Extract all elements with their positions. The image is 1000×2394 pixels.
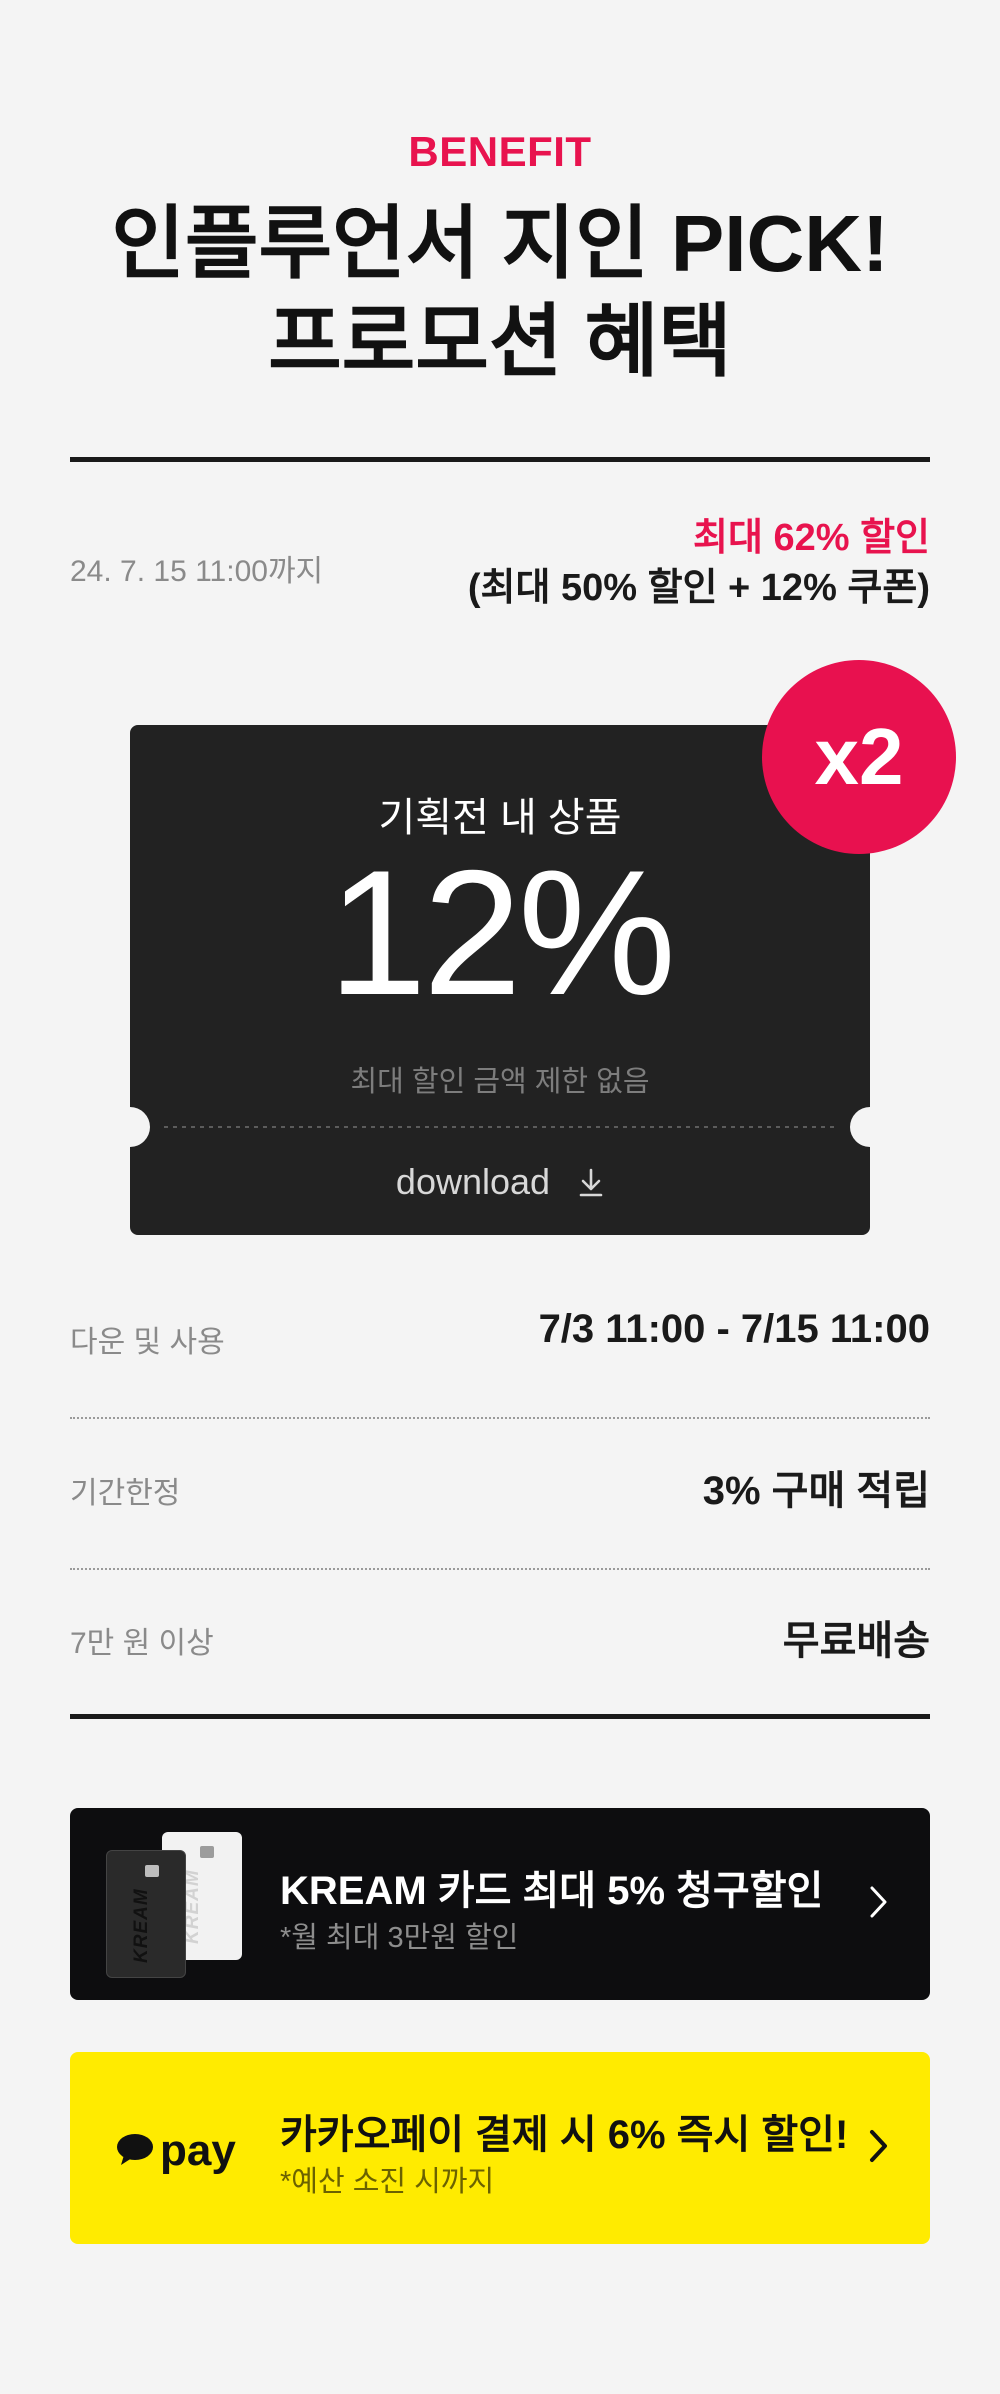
chevron-right-icon (870, 2130, 887, 2162)
info-row-period: 다운 및 사용 7/3 11:00 - 7/15 11:00 (70, 1293, 930, 1393)
kakaopay-promo-subtitle: *예산 소진 시까지 (280, 2166, 495, 2198)
info-value: 7/3 11:00 - 7/15 11:00 (538, 1307, 930, 1351)
title-line-1: 인플루언서 지인 PICK! (111, 199, 889, 288)
download-icon (579, 1168, 603, 1197)
info-key: 다운 및 사용 (70, 1326, 225, 1359)
download-label: download (395, 1161, 551, 1202)
kakaopay-promo-banner[interactable]: pay 카카오페이 결제 시 6% 즉시 할인! *예산 소진 시까지 (70, 2052, 930, 2244)
kakaopay-logo-text: pay (160, 2126, 236, 2175)
kream-promo-subtitle: *월 최대 3만원 할인 (280, 1922, 519, 1954)
dotted-divider (70, 1417, 930, 1419)
deadline-text: 24. 7. 15 11:00까지 (70, 555, 324, 588)
max-discount-summary: 최대 62% 할인 (최대 50% 할인 + 12% 쿠폰) (468, 514, 930, 614)
coupon-value: 12% (327, 833, 676, 1032)
info-value: 무료배송 (782, 1619, 930, 1663)
max-discount-label: 최대 62% 할인 (692, 517, 930, 559)
multiplier-badge: x2 (762, 660, 956, 854)
coupon-card: 기획전 내 상품 12% 최대 할인 금액 제한 없음 download (130, 725, 870, 1235)
benefit-eyebrow: BENEFIT (408, 128, 592, 175)
kream-card-image: KREAM KREAM (106, 1832, 246, 1982)
bottom-divider (70, 1714, 930, 1719)
kream-card-promo-banner[interactable]: KREAM KREAM KREAM 카드 최대 5% 청구할인 *월 최대 3만… (70, 1808, 930, 2000)
speech-bubble-icon (117, 2134, 153, 2165)
page-title: 인플루언서 지인 PICK! 프로모션 혜택 (0, 195, 1000, 391)
discount-breakdown: (최대 50% 할인 + 12% 쿠폰) (467, 567, 930, 609)
kakaopay-logo: pay (116, 2126, 236, 2176)
info-row-cashback: 기간한정 3% 구매 적립 (70, 1444, 930, 1544)
info-row-shipping: 7만 원 이상 무료배송 (70, 1594, 930, 1694)
info-key: 기간한정 (70, 1477, 181, 1510)
kream-promo-title: KREAM 카드 최대 5% 청구할인 (280, 1869, 824, 1913)
coupon-note: 최대 할인 금액 제한 없음 (350, 1066, 650, 1098)
coupon-download-button[interactable]: download (130, 1161, 870, 1203)
black-card: KREAM (106, 1850, 186, 1978)
dotted-divider (70, 1568, 930, 1570)
top-divider (70, 457, 930, 462)
info-key: 7만 원 이상 (70, 1627, 214, 1660)
info-value: 3% 구매 적립 (702, 1469, 930, 1513)
chevron-right-icon (870, 1886, 887, 1918)
kakaopay-promo-title: 카카오페이 결제 시 6% 즉시 할인! (280, 2113, 849, 2157)
title-line-2: 프로모션 혜택 (268, 297, 732, 386)
